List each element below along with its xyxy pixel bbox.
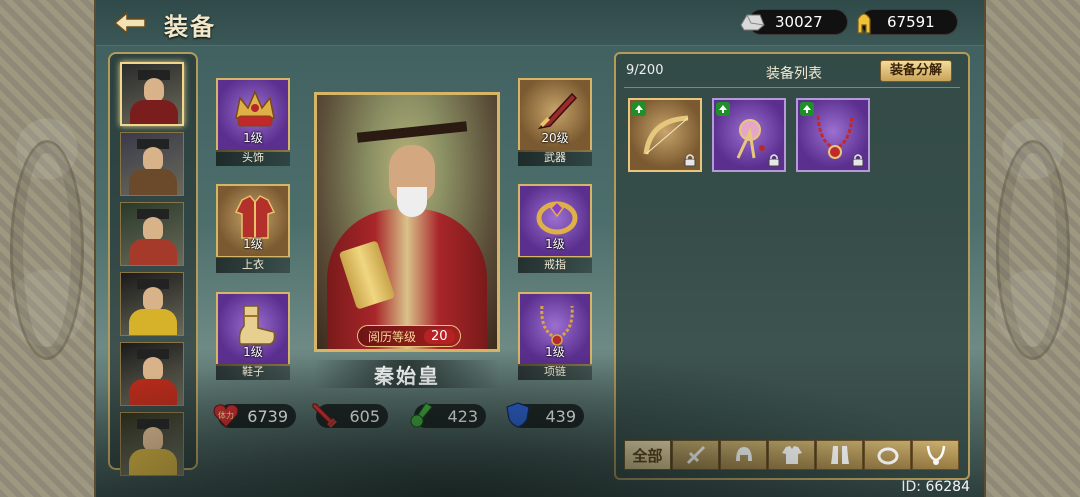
hero-portrait-card[interactable]: 阅历等级 20 — [314, 92, 500, 352]
hero-beard-art — [397, 187, 427, 217]
shield-defense-icon — [504, 401, 532, 429]
boots-label: 鞋子 — [216, 364, 290, 380]
filter-tab-necklace[interactable] — [912, 440, 959, 470]
divider — [624, 87, 960, 88]
back-button[interactable] — [112, 10, 148, 36]
left-ornament-panel — [0, 0, 100, 497]
hp-value: 6739 — [247, 406, 288, 426]
filter-tab-boots[interactable] — [816, 440, 863, 470]
hero-portrait-art — [122, 64, 182, 124]
blade-weapon-icon — [537, 92, 578, 130]
boot-icon — [238, 305, 276, 345]
agility-value: 423 — [447, 406, 478, 426]
dragon-ornament — [996, 140, 1070, 360]
hero-portrait-5[interactable] — [120, 342, 184, 406]
defense-stat: 439 — [506, 402, 584, 428]
weapon-slot[interactable]: 20级 — [518, 78, 592, 152]
armor-label: 上衣 — [216, 257, 290, 273]
sword-icon — [686, 445, 705, 465]
experience-level-label: 阅历等级 — [368, 329, 417, 344]
necklace-icon — [926, 445, 945, 465]
filter-all-label: 全部 — [632, 446, 663, 465]
boots-slot[interactable]: 1级 — [216, 292, 290, 366]
player-id: ID: 66284 — [901, 479, 970, 495]
ring-slot[interactable]: 1级 — [518, 184, 592, 258]
slot-level: 1级 — [545, 237, 565, 251]
weapon-label: 武器 — [518, 150, 592, 166]
hero-portrait-art — [121, 273, 183, 335]
lock-icon — [684, 154, 696, 167]
helmet-icon — [735, 447, 752, 461]
hero-name: 秦始皇 — [314, 360, 500, 388]
equipment-screen: 装备 30027 67591 1级 头饰 1级 上衣 1级 鞋子 20级 武器 … — [96, 0, 984, 497]
back-arrow-icon — [113, 11, 146, 35]
inventory-item-bow[interactable] — [628, 98, 702, 172]
sword-attack-icon — [310, 401, 338, 429]
slot-level: 20级 — [541, 131, 569, 145]
hero-roster — [108, 52, 198, 476]
hp-stat: 体力 6739 — [213, 404, 296, 428]
hp-icon: 体力 — [212, 401, 240, 429]
agility-stat: 423 — [410, 402, 486, 428]
decompose-equipment-button[interactable]: 装备分解 — [880, 60, 952, 82]
ring-icon — [536, 200, 578, 235]
equipment-list-panel: 9/200 装备列表 装备分解 全部 — [614, 52, 970, 480]
silver-currency: 30027 — [740, 9, 848, 35]
necklace-slot[interactable]: 1级 — [518, 292, 592, 366]
svg-text:体力: 体力 — [218, 410, 234, 420]
inventory-title: 装备列表 — [766, 66, 822, 82]
armor-robe-icon — [234, 195, 276, 239]
hero-portrait-art — [121, 203, 183, 265]
hero-portrait-3[interactable] — [120, 202, 184, 266]
hero-portrait-art — [121, 343, 183, 405]
lock-icon — [768, 154, 780, 167]
boot-speed-icon — [408, 401, 436, 429]
silver-ingot-icon — [737, 7, 767, 37]
filter-tab-weapon[interactable] — [672, 440, 719, 470]
hero-portrait-2[interactable] — [120, 132, 184, 196]
crown-headwear-icon — [235, 90, 275, 127]
ring-icon — [877, 447, 898, 465]
inventory-item-pendant[interactable] — [796, 98, 870, 172]
headwear-slot[interactable]: 1级 — [216, 78, 290, 152]
headwear-label: 头饰 — [216, 150, 290, 166]
top-bar: 装备 30027 67591 — [96, 0, 984, 46]
attack-stat: 605 — [312, 403, 388, 428]
slot-level: 1级 — [243, 131, 263, 145]
boots-icon — [830, 446, 849, 464]
gold-coin-icon — [849, 7, 879, 37]
experience-level-badge: 阅历等级 20 — [357, 325, 461, 347]
hero-portrait-1[interactable] — [120, 62, 184, 126]
gold-currency: 67591 — [857, 9, 958, 35]
filter-tab-helmet[interactable] — [720, 440, 767, 470]
attack-value: 605 — [349, 406, 380, 426]
ring-label: 戒指 — [518, 257, 592, 273]
right-ornament-panel — [980, 0, 1080, 497]
inventory-item-hairpin[interactable] — [712, 98, 786, 172]
dragon-ornament — [10, 140, 84, 360]
hero-portrait-art — [121, 413, 183, 475]
gold-amount: 67591 — [887, 13, 935, 31]
necklace-icon — [540, 305, 574, 346]
hero-portrait-6[interactable] — [120, 412, 184, 476]
lock-icon — [852, 154, 864, 167]
inventory-count: 9/200 — [626, 63, 664, 78]
hero-portrait-art — [121, 133, 183, 195]
slot-level: 1级 — [243, 237, 263, 251]
equipment-filter-bar: 全部 — [624, 440, 959, 470]
page-title: 装备 — [164, 13, 216, 41]
filter-tab-armor[interactable] — [768, 440, 815, 470]
filter-tab-ring[interactable] — [864, 440, 911, 470]
hero-crown-art — [356, 121, 468, 143]
armor-icon — [781, 446, 802, 464]
silver-amount: 30027 — [775, 13, 823, 31]
armor-slot[interactable]: 1级 — [216, 184, 290, 258]
hero-portrait-4[interactable] — [120, 272, 184, 336]
slot-level: 1级 — [243, 345, 263, 359]
filter-tab-all[interactable]: 全部 — [624, 440, 671, 470]
defense-value: 439 — [545, 406, 576, 426]
necklace-label: 项链 — [518, 364, 592, 380]
slot-level: 1级 — [545, 345, 565, 359]
experience-level-value: 20 — [424, 328, 455, 344]
